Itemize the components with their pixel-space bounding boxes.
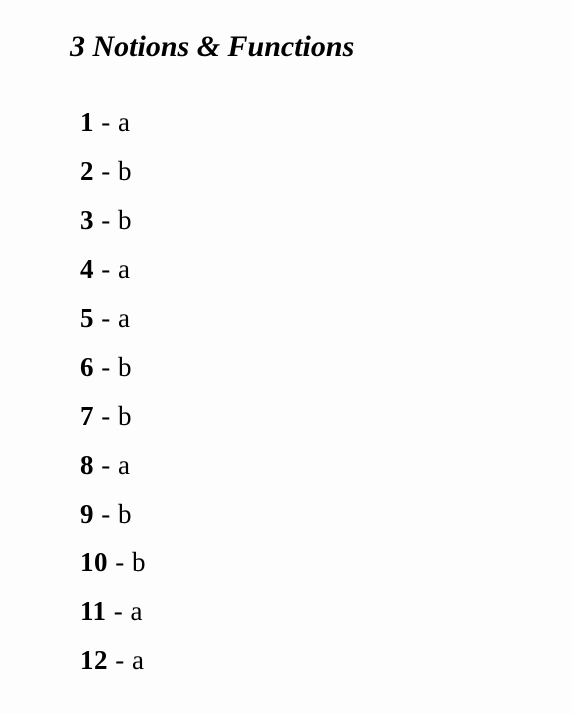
item-separator: - bbox=[108, 547, 132, 577]
item-value: a bbox=[118, 450, 130, 480]
item-separator: - bbox=[94, 450, 118, 480]
answer-list: 1 - a 2 - b 3 - b 4 - a 5 - a 6 - b 7 - … bbox=[70, 106, 572, 677]
item-value: a bbox=[118, 107, 130, 137]
item-number: 1 bbox=[80, 107, 94, 137]
list-item: 1 - a bbox=[80, 106, 572, 139]
item-separator: - bbox=[94, 107, 118, 137]
item-number: 5 bbox=[80, 303, 94, 333]
list-item: 4 - a bbox=[80, 253, 572, 286]
item-separator: - bbox=[94, 499, 118, 529]
list-item: 7 - b bbox=[80, 400, 572, 433]
item-separator: - bbox=[94, 156, 118, 186]
item-value: b bbox=[118, 401, 132, 431]
item-number: 4 bbox=[80, 254, 94, 284]
item-number: 10 bbox=[80, 547, 108, 577]
item-value: a bbox=[132, 645, 144, 675]
list-item: 8 - a bbox=[80, 449, 572, 482]
list-item: 10 - b bbox=[80, 546, 572, 579]
item-separator: - bbox=[107, 596, 131, 626]
list-item: 5 - a bbox=[80, 302, 572, 335]
item-number: 9 bbox=[80, 499, 94, 529]
list-item: 2 - b bbox=[80, 155, 572, 188]
item-number: 11 bbox=[80, 596, 107, 626]
item-value: b bbox=[118, 499, 132, 529]
item-value: b bbox=[118, 205, 132, 235]
item-separator: - bbox=[94, 352, 118, 382]
list-item: 9 - b bbox=[80, 498, 572, 531]
item-value: a bbox=[118, 303, 130, 333]
list-item: 3 - b bbox=[80, 204, 572, 237]
item-value: b bbox=[118, 156, 132, 186]
item-number: 8 bbox=[80, 450, 94, 480]
item-separator: - bbox=[94, 401, 118, 431]
section-heading: 3 Notions & Functions bbox=[70, 30, 572, 64]
item-value: b bbox=[132, 547, 146, 577]
item-number: 6 bbox=[80, 352, 94, 382]
item-value: a bbox=[118, 254, 130, 284]
item-separator: - bbox=[94, 303, 118, 333]
item-separator: - bbox=[94, 205, 118, 235]
list-item: 12 - a bbox=[80, 644, 572, 677]
item-number: 12 bbox=[80, 645, 108, 675]
item-value: b bbox=[118, 352, 132, 382]
item-separator: - bbox=[108, 645, 132, 675]
item-value: a bbox=[131, 596, 143, 626]
item-number: 7 bbox=[80, 401, 94, 431]
item-separator: - bbox=[94, 254, 118, 284]
list-item: 11 - a bbox=[80, 595, 572, 628]
item-number: 2 bbox=[80, 156, 94, 186]
list-item: 6 - b bbox=[80, 351, 572, 384]
item-number: 3 bbox=[80, 205, 94, 235]
